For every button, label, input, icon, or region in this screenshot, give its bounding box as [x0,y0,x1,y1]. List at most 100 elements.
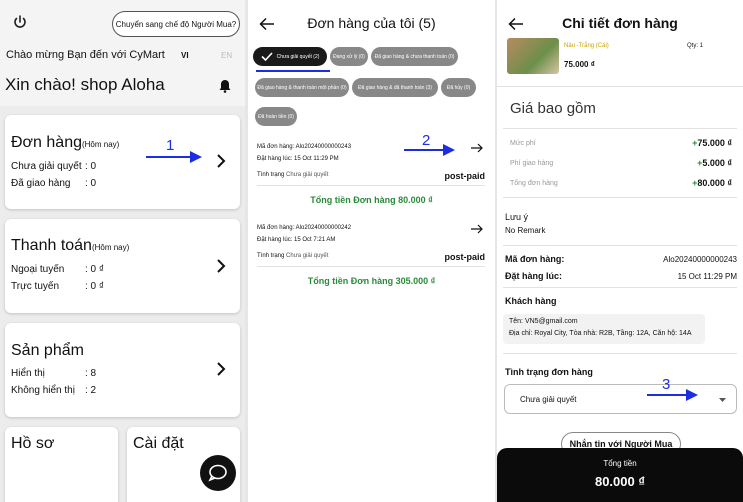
status-label: Tình trạng đơn hàng [505,367,593,377]
divider [257,266,485,267]
chip-delivered-unpaid[interactable]: Đã giao hàng & chưa thanh toán (0) [371,47,458,66]
chevron-right-icon[interactable] [216,153,226,169]
note-value: No Remark [505,226,546,235]
chip-pending[interactable]: Chưa giải quyết (2) [253,47,327,66]
annotation-arrow-1-line [146,156,190,158]
item-qty: Qty: 1 [687,43,704,49]
order-total: Tổng tiền Đơn hàng 80.000 ₫ [310,195,433,205]
check-icon [261,52,273,61]
chip-cancelled[interactable]: Đã hủy (0) [441,78,476,97]
settings-title: Cài đặt [133,435,184,452]
price-section-title: Giá bao gồm [510,100,596,117]
shipping-fee-value: +5.000 ₫ [697,158,732,168]
payment-type: post-paid [444,252,486,262]
power-icon[interactable] [12,14,28,30]
annotation-arrow-3-head [686,389,698,401]
divider [503,353,737,354]
visible-label: Hiển thị [11,368,45,379]
chip-delivered-paid[interactable]: Đã giao hàng & đã thanh toán (3) [352,78,438,97]
chip-processing[interactable]: Đang xử lý (0) [330,47,368,66]
order-time-label: Đặt hàng lúc: [505,271,563,281]
customer-name: Tên: VN5@gmail.com [509,318,578,325]
language-vi-toggle[interactable]: VI [181,51,189,60]
order-total: Tổng tiền Đơn hàng 305.000 ₫ [307,276,436,286]
order-code-label: Mã đơn hàng: [505,254,565,264]
status-selected: Chưa giải quyết [520,395,577,404]
order-code-label: Mã đơn hàng: [257,225,295,231]
order-item[interactable]: Mã đơn hàng: Alo20240000000243 Đặt hàng … [248,135,495,215]
annotation-arrow-3-line [647,394,687,396]
payment-title: Thanh toán [11,237,92,254]
divider [257,185,485,186]
order-code-label: Mã đơn hàng: [257,144,295,150]
chip-delivered-partial[interactable]: Đã giao hàng & thanh toán một phần (0) [255,78,349,97]
order-code: Alo20240000000243 [663,255,737,264]
order-date-label: Đặt hàng lúc: [257,156,293,162]
switch-to-buyer-button[interactable]: Chuyển sang chế độ Người Mua? [112,11,240,37]
fee-amount: 80.000 ₫ [697,178,732,188]
offline-value: : 0 ₫ [85,264,105,275]
caret-down-icon [719,398,726,402]
orders-screen: Đơn hàng của tôi (5) Chưa giải quyết (2)… [248,0,495,502]
annotation-arrow-1-head [190,151,202,163]
annotation-number-2: 2 [422,132,431,149]
status-dropdown[interactable]: Chưa giải quyết [504,384,737,414]
order-date-line: Đặt hàng lúc: 15 Oct 7:21 AM [257,237,335,243]
customer-address: Địa chỉ: Royal City, Tòa nhà: R2B, Tầng:… [509,330,692,337]
order-status-label: Tình trạng [257,172,285,178]
orders-subtitle: (Hôm nay) [81,140,120,149]
pending-value: : 0 [85,161,97,172]
order-code-line: Mã đơn hàng: Alo20240000000243 [257,144,351,150]
delivered-label: Đã giao hàng [11,178,71,189]
orders-card[interactable]: Đơn hàng(Hôm nay) Chưa giải quyết : 0 Đã… [5,115,240,209]
language-en-toggle[interactable]: EN [221,51,232,60]
chat-bubble-icon [208,464,227,482]
divider [503,197,737,198]
annotation-number-1: 1 [166,137,175,154]
shipping-fee-label: Phí giao hàng [510,160,554,167]
order-date: 15 Oct 11:29 PM [294,156,339,162]
total-bar: Tổng tiền 80.000 ₫ [497,448,743,502]
divider [503,287,737,288]
offline-label: Ngoại tuyến [11,264,65,275]
fee-amount: 75.000 ₫ [697,138,732,148]
annotation-arrow-2-head [443,144,455,156]
orders-page-title: Đơn hàng của tôi (5) [307,15,436,31]
profile-card[interactable]: Hồ sơ [5,427,118,502]
annotation-arrow-2-line [404,149,444,151]
online-value: : 0 ₫ [85,281,105,292]
note-label: Lưu ý [505,212,529,222]
payment-subtitle: (Hôm nay) [91,243,130,252]
order-status-line: Tình trạng Chưa giải quyết [257,253,328,259]
order-time: 15 Oct 11:29 PM [677,272,737,281]
profile-title: Hồ sơ [11,435,55,452]
chip-refunded[interactable]: Đã hoàn tiền (0) [255,107,297,126]
online-label: Trực tuyến [11,281,60,292]
divider [497,86,743,87]
customer-label: Khách hàng [505,296,557,306]
annotation-number-3: 3 [662,376,671,393]
fee-label: Mức phí [510,140,536,147]
chevron-right-icon[interactable] [216,361,226,377]
products-title: Sản phẩm [11,342,84,359]
welcome-text: Chào mừng Bạn đến với CyMart [6,49,165,61]
arrow-right-icon[interactable] [471,143,483,153]
payment-card-title: Thanh toán(Hôm nay) [11,237,129,255]
fee-value: +75.000 ₫ [692,138,732,148]
bell-icon[interactable] [219,79,231,93]
order-code: Alo20240000000242 [295,225,352,231]
order-sum-label: Tổng đơn hàng [510,180,558,187]
chip-pending-label: Chưa giải quyết (2) [276,53,320,60]
chevron-right-icon[interactable] [216,258,226,274]
order-item[interactable]: Mã đơn hàng: Alo20240000000242 Đặt hàng … [248,215,495,295]
arrow-right-icon[interactable] [471,224,483,234]
order-date-line: Đặt hàng lúc: 15 Oct 11:29 PM [257,156,339,162]
chat-button[interactable] [200,455,236,491]
seller-home-screen: Chuyển sang chế độ Người Mua? Chào mừng … [0,0,245,502]
orders-title: Đơn hàng [11,134,82,151]
order-status: Chưa giải quyết [286,253,329,259]
products-card[interactable]: Sản phẩm Hiển thị : 8 Không hiển thị : 2 [5,323,240,417]
payment-card[interactable]: Thanh toán(Hôm nay) Ngoại tuyến : 0 ₫ Tr… [5,219,240,313]
divider [503,245,737,246]
order-code: Alo20240000000243 [295,144,352,150]
